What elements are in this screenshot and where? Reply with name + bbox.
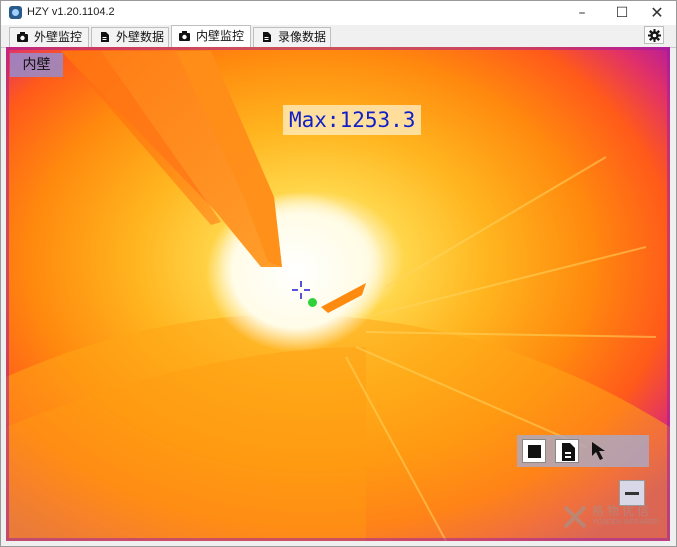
app-icon <box>9 6 22 19</box>
tab-label: 外壁监控 <box>34 30 83 44</box>
tab-bar: 外壁监控 外壁数据 内壁监控 录像数据 <box>1 25 676 48</box>
thermal-view[interactable]: 内壁 Max:1253.3 格物优信 YOSEEN INFRARED <box>6 47 670 541</box>
app-window: HZY v1.20.1104.2 – ☐ ✕ 外壁监控 外壁数据 内壁监控 录像… <box>0 0 677 547</box>
tab-label: 内壁监控 <box>196 29 245 43</box>
brand-logo-icon <box>563 505 587 529</box>
max-temperature-readout: Max:1253.3 <box>283 105 422 135</box>
minimize-button[interactable]: – <box>563 1 601 25</box>
pointer-icon <box>592 442 605 460</box>
tab-label: 录像数据 <box>278 30 327 44</box>
tab-label: 外壁数据 <box>116 30 165 44</box>
document-icon <box>101 32 109 42</box>
tab-recording-data[interactable]: 录像数据 <box>253 27 331 47</box>
tab-outer-wall-data[interactable]: 外壁数据 <box>91 27 169 47</box>
settings-button[interactable] <box>644 26 664 44</box>
watermark-en: YOSEEN INFRARED <box>592 519 659 526</box>
maximize-button[interactable]: ☐ <box>603 1 641 25</box>
close-button[interactable]: ✕ <box>638 1 676 25</box>
stop-icon <box>528 445 541 458</box>
window-title: HZY v1.20.1104.2 <box>27 6 115 18</box>
tab-outer-wall-monitor[interactable]: 外壁监控 <box>9 27 89 47</box>
save-file-button[interactable] <box>555 439 579 463</box>
watermark-cn: 格物优信 <box>592 504 653 518</box>
save-file-icon <box>562 443 575 461</box>
pointer-button[interactable] <box>588 439 612 463</box>
title-bar: HZY v1.20.1104.2 – ☐ ✕ <box>1 1 676 25</box>
max-point-marker <box>308 298 317 307</box>
camera-icon <box>17 32 28 42</box>
crosshair-icon <box>292 281 310 299</box>
tab-inner-wall-monitor[interactable]: 内壁监控 <box>171 25 251 47</box>
camera-icon <box>179 31 190 41</box>
view-label: 内壁 <box>10 53 63 77</box>
gear-icon <box>648 29 661 42</box>
document-icon <box>263 32 271 42</box>
watermark: 格物优信 YOSEEN INFRARED <box>562 502 666 534</box>
view-toolbar <box>517 435 649 467</box>
stop-button[interactable] <box>522 439 546 463</box>
